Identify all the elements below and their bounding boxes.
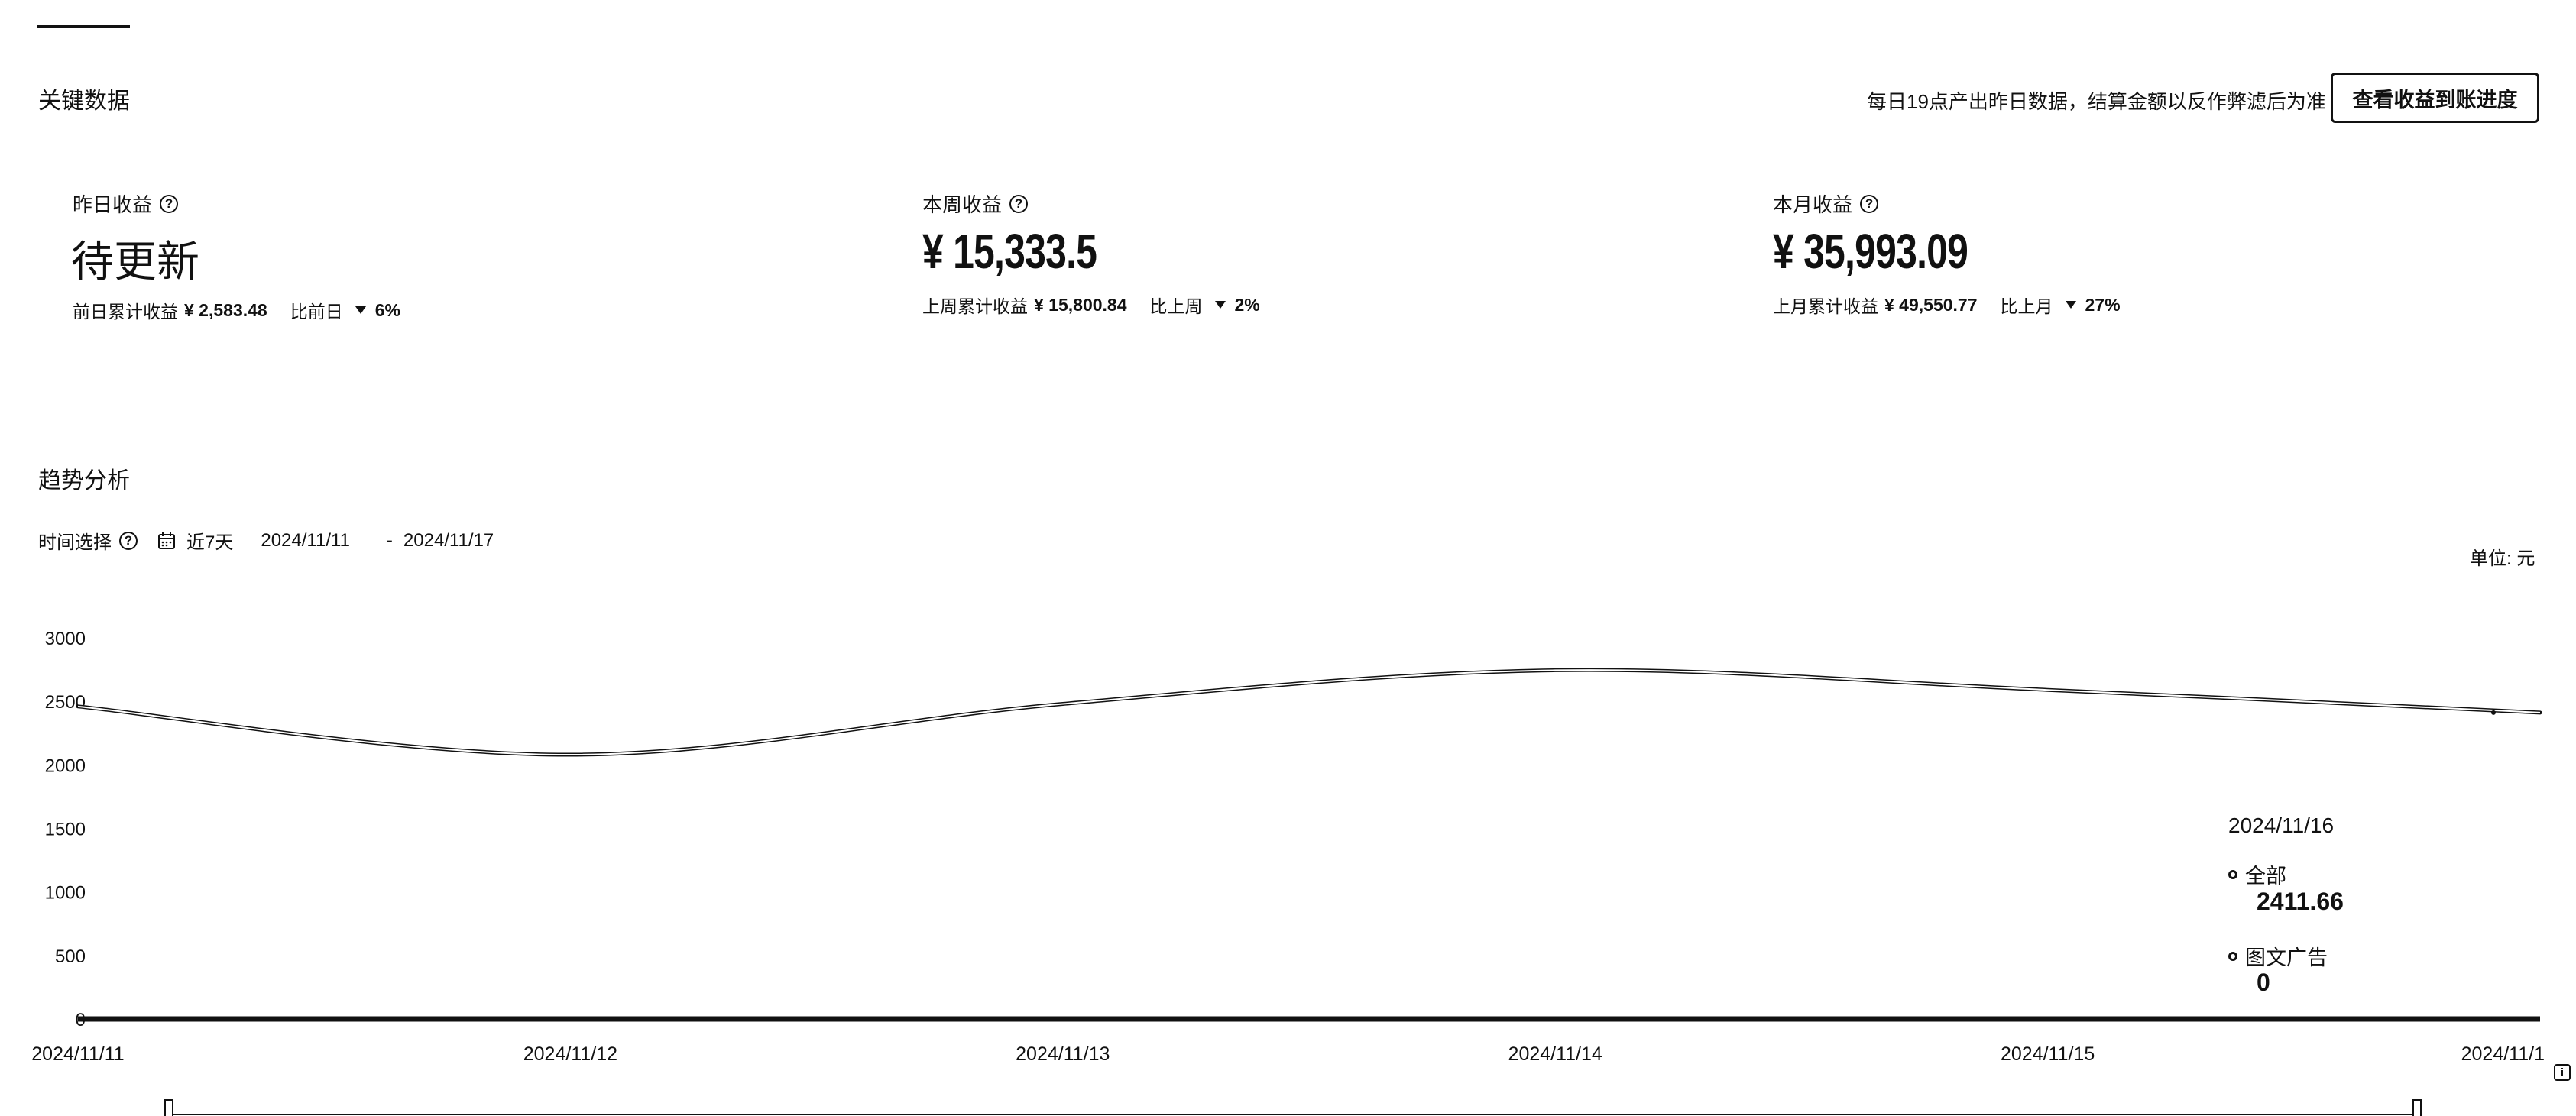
stat-sub-label: 上周累计收益 <box>922 296 1028 316</box>
stat-label-row: 本周收益 ? <box>922 189 1029 218</box>
stat-card-month: 本月收益 ? <box>1773 189 1879 218</box>
y-tick-label: 2500 <box>45 692 86 713</box>
help-icon[interactable]: ? <box>1009 194 1029 213</box>
stat-sub-label: 前日累计收益 <box>73 302 178 322</box>
stat-sub-label: 上月累计收益 <box>1773 296 1878 316</box>
trend-chart[interactable]: 0 500 1000 1500 2000 2500 3000 2024/11/11 2024/1… <box>0 596 2576 1116</box>
unit-label: 单位: 元 <box>2470 548 2535 569</box>
stat-label: 昨日收益 <box>73 193 153 216</box>
x-tick-label: 2024/11/14 <box>1508 1043 1602 1065</box>
stat-label: 本周收益 <box>922 193 1003 216</box>
date-separator: - <box>386 529 393 551</box>
series-name: 图文广告 <box>2245 946 2328 969</box>
trend-down-icon <box>2065 301 2076 309</box>
compare-value: 2% <box>1234 294 1260 315</box>
compare-value: 6% <box>374 299 400 320</box>
help-icon[interactable]: ? <box>119 531 138 550</box>
stat-label-row: 昨日收益 ? <box>73 189 179 218</box>
time-selector-row: 时间选择 ? 近7天 2024/11/11 - 2024/11/17 <box>38 527 494 554</box>
y-tick-label: 2000 <box>45 755 86 776</box>
range-preset: 近7天 <box>186 532 234 553</box>
x-tick-label: 2024/11/11 <box>31 1043 124 1065</box>
compare-label: 比上周 <box>1149 296 1203 316</box>
trend-title: 趋势分析 <box>38 468 130 493</box>
stat-sub-yesterday: 前日累计收益 ¥ 2,583.48 比前日 6% <box>73 297 400 323</box>
y-tick-label: 3000 <box>45 629 86 649</box>
start-date: 2024/11/11 <box>261 529 350 551</box>
stat-sub-month: 上月累计收益 ¥ 49,550.77 比上月 27% <box>1773 292 2121 318</box>
x-tick-label: 2024/11/13 <box>1016 1043 1110 1065</box>
stat-sub-value: ¥ 49,550.77 <box>1884 294 1978 315</box>
info-icon[interactable]: i <box>2554 1064 2571 1081</box>
zoom-slider-left-handle[interactable] <box>164 1099 173 1116</box>
tooltip-value-all: 2411.66 <box>2257 888 2344 915</box>
calendar-icon <box>157 532 176 550</box>
stat-sub-value: ¥ 2,583.48 <box>184 299 267 320</box>
x-tick-label: 2024/11/12 <box>523 1043 617 1065</box>
hover-point-all <box>2491 710 2496 715</box>
series-name: 全部 <box>2245 865 2286 888</box>
trend-down-icon <box>355 306 366 314</box>
series-marker <box>2228 869 2237 879</box>
hover-point-image-ad <box>2491 1017 2496 1021</box>
y-tick-label: 1000 <box>45 883 86 904</box>
compare-label: 比前日 <box>290 302 343 322</box>
compare-value: 27% <box>2085 294 2121 315</box>
x-tick-label: 2024/11/15 <box>2001 1043 2095 1065</box>
stat-card-week: 本周收益 ? <box>922 189 1029 218</box>
date-range-picker[interactable]: 近7天 2024/11/11 - 2024/11/17 <box>157 527 494 554</box>
view-progress-button[interactable]: 查看收益到账进度 <box>2331 73 2539 123</box>
end-date: 2024/11/17 <box>403 529 494 551</box>
series-line-all-highlight <box>77 669 2541 756</box>
tooltip-date: 2024/11/16 <box>2228 814 2335 837</box>
key-data-title: 关键数据 <box>38 89 130 114</box>
stat-label-row: 本月收益 ? <box>1773 189 1879 218</box>
data-notice: 每日19点产出昨日数据，结算金额以反作弊滤后为准 <box>1867 90 2326 113</box>
time-selector-label: 时间选择 <box>38 532 112 553</box>
stat-sub-week: 上周累计收益 ¥ 15,800.84 比上周 2% <box>922 292 1260 318</box>
stat-label: 本月收益 <box>1773 193 1853 216</box>
help-icon[interactable]: ? <box>1860 194 1879 213</box>
tooltip-value-image-ad: 0 <box>2257 969 2270 996</box>
stat-value-week: ¥ 15,333.5 <box>922 224 1097 279</box>
x-tick-label: 2024/11/1 <box>2461 1043 2545 1065</box>
stat-sub-value: ¥ 15,800.84 <box>1034 294 1127 315</box>
tooltip-series-all: 全部 <box>2228 859 2286 889</box>
stat-value-month: ¥ 35,993.09 <box>1773 224 1968 279</box>
tooltip-series-image-ad: 图文广告 <box>2228 941 2328 971</box>
series-marker <box>2228 951 2237 961</box>
stat-card-yesterday: 昨日收益 ? <box>73 189 179 218</box>
trend-down-icon <box>1214 301 1226 309</box>
y-tick-label: 1500 <box>45 820 86 840</box>
active-tab-indicator <box>37 25 130 28</box>
y-tick-label: 500 <box>55 946 86 967</box>
stat-value-yesterday: 待更新 <box>71 238 199 286</box>
help-icon[interactable]: ? <box>160 194 179 213</box>
compare-label: 比上月 <box>2000 296 2053 316</box>
zoom-slider-right-handle[interactable] <box>2412 1099 2422 1116</box>
